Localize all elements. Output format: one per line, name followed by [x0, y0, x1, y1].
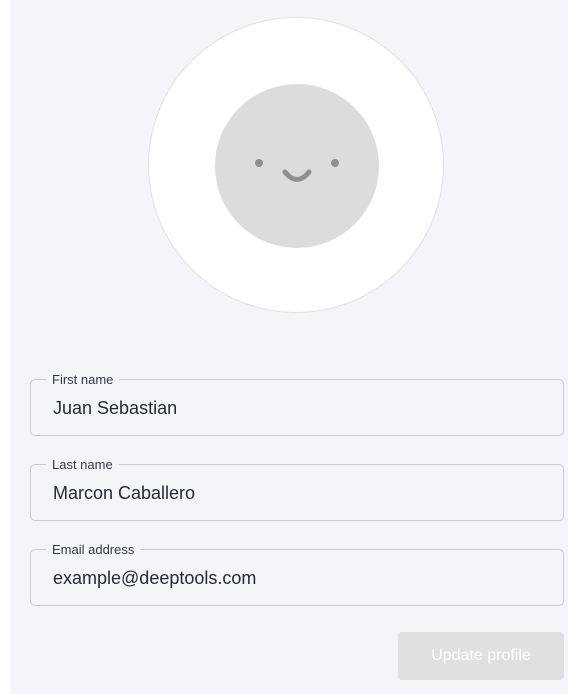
email-label: Email address	[46, 541, 141, 558]
email-field: Email address	[30, 541, 564, 606]
avatar	[215, 84, 379, 248]
first-name-label: First name	[46, 371, 120, 388]
last-name-field: Last name	[30, 456, 564, 521]
last-name-input[interactable]	[31, 478, 563, 508]
first-name-field: First name	[30, 371, 564, 436]
first-name-input[interactable]	[31, 393, 563, 423]
email-input[interactable]	[31, 563, 563, 593]
smiley-face-icon	[255, 159, 339, 182]
last-name-label: Last name	[46, 456, 119, 473]
update-profile-button[interactable]: Update profile	[398, 632, 564, 680]
